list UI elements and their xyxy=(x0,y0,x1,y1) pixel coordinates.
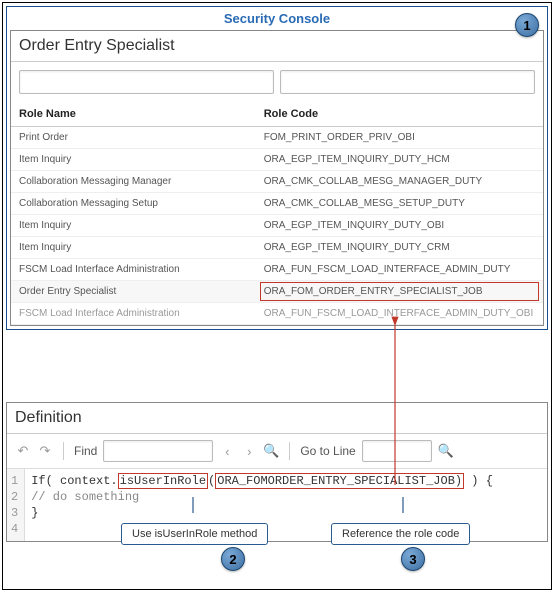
redo-icon[interactable]: ↷ xyxy=(37,443,53,459)
role-name-cell: FSCM Load Interface Administration xyxy=(11,259,256,281)
role-name-cell: Print Order xyxy=(11,127,256,149)
page-title: Order Entry Specialist xyxy=(11,31,543,62)
role-code-cell: ORA_EGP_ITEM_INQUIRY_DUTY_CRM xyxy=(256,237,543,259)
table-row[interactable]: Collaboration Messaging ManagerORA_CMK_C… xyxy=(11,171,543,193)
role-code-cell: ORA_CMK_COLLAB_MESG_SETUP_DUTY xyxy=(256,193,543,215)
role-name-cell: Item Inquiry xyxy=(11,237,256,259)
role-name-search-input[interactable] xyxy=(19,70,274,94)
security-console-title: Security Console xyxy=(7,7,547,30)
table-row[interactable]: Item InquiryORA_EGP_ITEM_INQUIRY_DUTY_HC… xyxy=(11,149,543,171)
role-name-cell: FSCM Load Interface Administration xyxy=(11,303,256,325)
find-label: Find xyxy=(74,444,97,458)
role-code-cell: ORA_EGP_ITEM_INQUIRY_DUTY_OBI xyxy=(256,215,543,237)
table-row[interactable]: Print OrderFOM_PRINT_ORDER_PRIV_OBI xyxy=(11,127,543,149)
role-code-cell: ORA_FUN_FSCM_LOAD_INTERFACE_ADMIN_DUTY xyxy=(256,259,543,281)
code-line-3[interactable]: } xyxy=(31,505,541,521)
role-name-cell: Order Entry Specialist xyxy=(11,281,256,303)
callout-badge-3: 3 xyxy=(401,547,425,571)
code-line-2[interactable]: // do something xyxy=(31,489,541,505)
argument-highlight: ORA_FOMORDER_ENTRY_SPECIALIST_JOB) xyxy=(215,473,464,489)
table-row[interactable]: Order Entry SpecialistORA_FOM_ORDER_ENTR… xyxy=(11,281,543,303)
method-highlight: isUserInRole xyxy=(118,473,208,489)
role-code-highlight xyxy=(260,282,539,301)
role-name-cell: Collaboration Messaging Setup xyxy=(11,193,256,215)
role-code-cell: ORA_EGP_ITEM_INQUIRY_DUTY_HCM xyxy=(256,149,543,171)
undo-icon[interactable]: ↶ xyxy=(15,443,31,459)
goto-label: Go to Line xyxy=(300,444,355,458)
callout-badge-1: 1 xyxy=(515,13,539,37)
table-row[interactable]: Item InquiryORA_EGP_ITEM_INQUIRY_DUTY_OB… xyxy=(11,215,543,237)
role-code-search-input[interactable] xyxy=(280,70,535,94)
role-name-cell: Item Inquiry xyxy=(11,215,256,237)
search-icon[interactable]: 🔍 xyxy=(263,443,279,459)
find-next-icon[interactable]: › xyxy=(241,443,257,459)
table-row[interactable]: FSCM Load Interface AdministrationORA_FU… xyxy=(11,259,543,281)
col-role-name[interactable]: Role Name xyxy=(11,102,256,127)
role-code-cell: ORA_FUN_FSCM_LOAD_INTERFACE_ADMIN_DUTY_O… xyxy=(256,303,543,325)
role-code-cell: ORA_CMK_COLLAB_MESG_MANAGER_DUTY xyxy=(256,171,543,193)
definition-panel: Definition ↶ ↷ Find ‹ › 🔍 Go to Line 🔍 1… xyxy=(6,402,548,542)
security-console-panel: 1 Security Console Order Entry Specialis… xyxy=(6,6,548,330)
role-name-cell: Collaboration Messaging Manager xyxy=(11,171,256,193)
line-gutter: 1234 xyxy=(7,469,25,541)
code-line-1[interactable]: If( context.isUserInRole(ORA_FOMORDER_EN… xyxy=(31,473,541,489)
roles-table: Role Name Role Code Print OrderFOM_PRINT… xyxy=(11,102,543,325)
table-row[interactable]: FSCM Load Interface AdministrationORA_FU… xyxy=(11,303,543,325)
find-input[interactable] xyxy=(103,440,213,462)
find-prev-icon[interactable]: ‹ xyxy=(219,443,235,459)
table-row[interactable]: Collaboration Messaging SetupORA_CMK_COL… xyxy=(11,193,543,215)
goto-icon[interactable]: 🔍 xyxy=(438,443,454,459)
table-row[interactable]: Item InquiryORA_EGP_ITEM_INQUIRY_DUTY_CR… xyxy=(11,237,543,259)
col-role-code[interactable]: Role Code xyxy=(256,102,543,127)
goto-input[interactable] xyxy=(362,440,432,462)
editor-toolbar: ↶ ↷ Find ‹ › 🔍 Go to Line 🔍 xyxy=(7,434,547,469)
role-name-cell: Item Inquiry xyxy=(11,149,256,171)
role-code-cell: ORA_FOM_ORDER_ENTRY_SPECIALIST_JOB xyxy=(256,281,543,303)
callout-label-rolecode: Reference the role code xyxy=(331,523,470,545)
callout-badge-2: 2 xyxy=(221,547,245,571)
callout-label-method: Use isUserInRole method xyxy=(121,523,268,545)
role-code-cell: FOM_PRINT_ORDER_PRIV_OBI xyxy=(256,127,543,149)
definition-title: Definition xyxy=(7,403,547,434)
